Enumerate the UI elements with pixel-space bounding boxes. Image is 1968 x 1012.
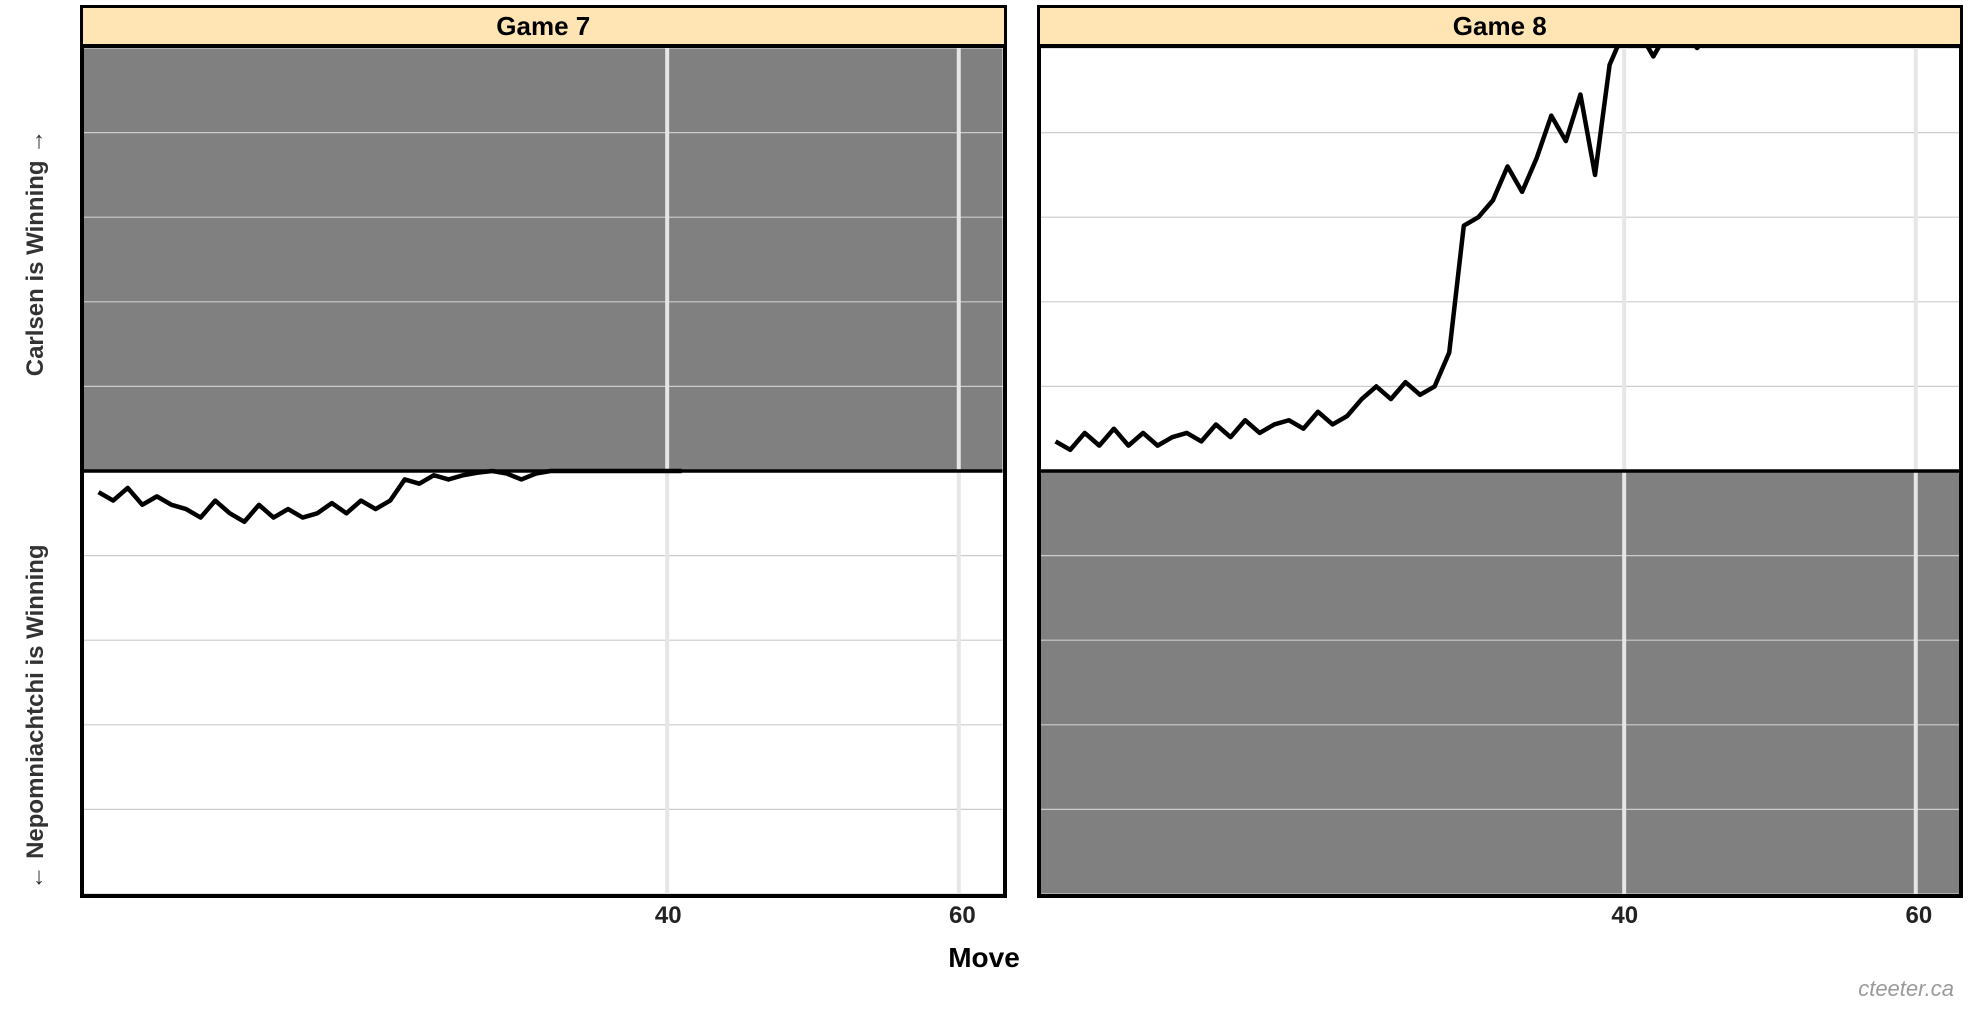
panel-game-7: Game 7 40 60 [80, 5, 1007, 932]
x-tick-label: 40 [1611, 902, 1638, 930]
x-ticks: 40 60 [1037, 898, 1964, 932]
panel-title: Game 8 [1037, 5, 1964, 44]
x-axis-label: Move [0, 942, 1968, 974]
x-tick-label: 60 [949, 902, 976, 930]
y-axis-labels: Carlsen is Winning → ← Nepomniachtchi is… [6, 38, 66, 932]
plot-svg [84, 48, 1003, 894]
y-axis-label-top: Carlsen is Winning → [22, 129, 50, 375]
panel-game-8: Game 8 40 60 [1037, 5, 1964, 932]
plot-area [80, 44, 1007, 898]
facet-panels: Game 7 40 60 Game 8 40 60 [80, 5, 1963, 932]
x-tick-label: 60 [1906, 902, 1933, 930]
panel-title: Game 7 [80, 5, 1007, 44]
plot-svg [1041, 48, 1960, 894]
credit-text: cteeter.ca [1858, 976, 1954, 1002]
plot-area [1037, 44, 1964, 898]
x-ticks: 40 60 [80, 898, 1007, 932]
chart-figure: Carlsen is Winning → ← Nepomniachtchi is… [0, 0, 1968, 1012]
y-axis-label-bottom: ← Nepomniachtchi is Winning [22, 545, 50, 890]
x-tick-label: 40 [655, 902, 682, 930]
